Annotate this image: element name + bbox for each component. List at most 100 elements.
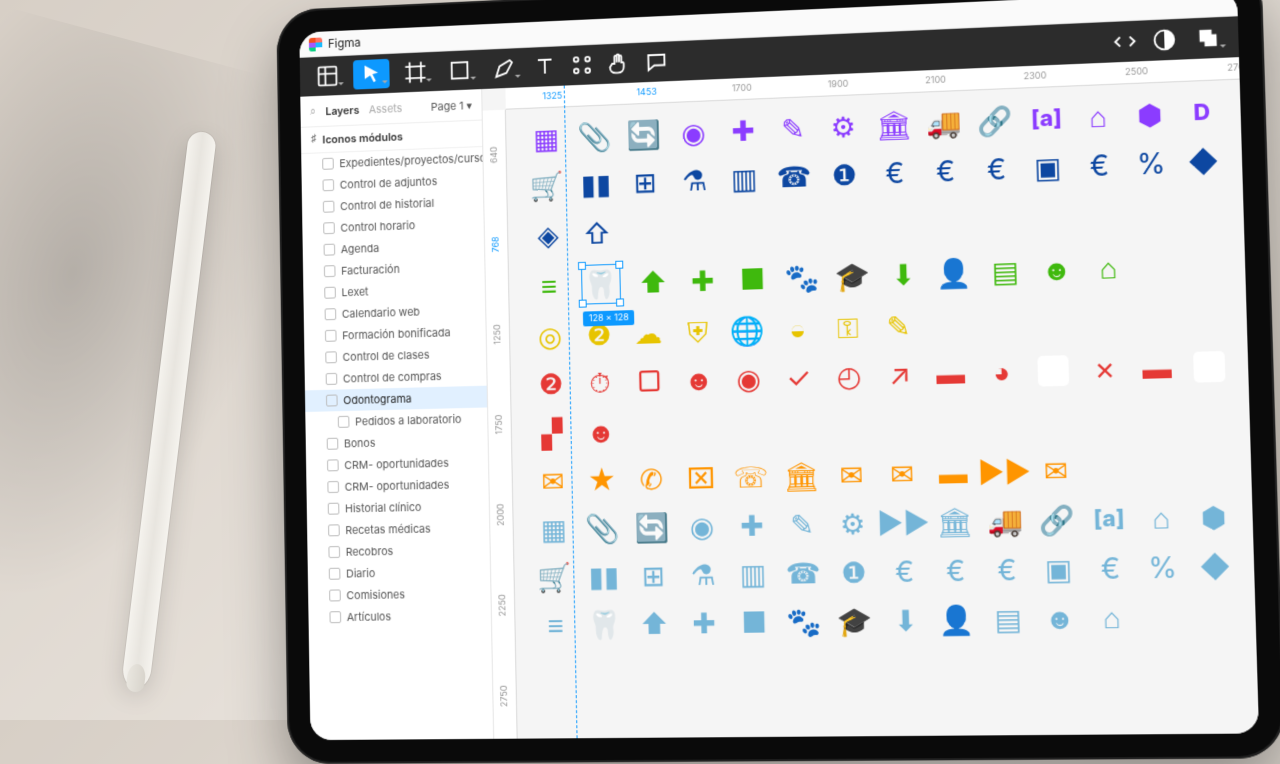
phone-clock-icon[interactable]: ✆ <box>634 462 668 497</box>
house-icon[interactable]: ⌂ <box>1090 250 1126 286</box>
fingerprint-icon[interactable]: ◉ <box>676 115 710 150</box>
graduation-icon[interactable]: 🎓 <box>837 604 872 639</box>
house-up-icon[interactable]: ⇧ <box>580 216 614 251</box>
cube-icon[interactable]: ⬢ <box>1132 97 1168 133</box>
prototype-view-button[interactable] <box>1148 24 1180 56</box>
pia-badge-icon[interactable]: PIA <box>1035 353 1071 389</box>
cart-icon[interactable]: 🛒 <box>530 169 564 204</box>
layer-item[interactable]: Diario <box>308 560 491 585</box>
selected-icon[interactable]: 🦷128 × 128 <box>581 264 621 305</box>
folder-icon[interactable]: ■ <box>735 262 770 297</box>
layer-list[interactable]: Expedientes/proyectos/curso...Control de… <box>301 147 493 740</box>
shield-icon[interactable]: ⛨ <box>681 315 715 350</box>
house-small-icon[interactable]: ⌂ <box>1143 500 1180 536</box>
folder-plus-icon[interactable]: ✚ <box>687 606 722 641</box>
phone-old-icon[interactable]: ☎ <box>777 159 812 194</box>
file-plus-icon[interactable]: ✚ <box>735 508 770 543</box>
clock-icon[interactable]: ◴ <box>832 359 867 394</box>
stairs-icon[interactable]: ▞ <box>535 416 569 451</box>
refresh-icon[interactable]: 🔄 <box>635 510 669 545</box>
cal-euro-icon[interactable]: € <box>877 155 912 190</box>
pen-tool-button[interactable] <box>485 53 522 84</box>
key-icon[interactable]: ⚿ <box>830 310 865 345</box>
hand-tool-button[interactable] <box>604 48 634 79</box>
cal-euro-icon[interactable]: € <box>887 554 922 589</box>
fax-icon[interactable]: ⌧ <box>684 461 719 496</box>
paperclip-icon[interactable]: 📎 <box>586 511 620 546</box>
sliders-icon[interactable]: ≡ <box>532 268 566 303</box>
link-icon[interactable]: 🔗 <box>977 103 1013 139</box>
flask-icon[interactable]: ⚗ <box>677 163 711 198</box>
mail-send-icon[interactable]: ✉ <box>834 458 869 493</box>
move-tool-button[interactable] <box>353 59 390 90</box>
page-selector[interactable]: Page 1 ▾ <box>431 98 472 113</box>
layer-item[interactable]: Recobros <box>307 538 490 563</box>
graduation-icon[interactable]: 🎓 <box>835 259 870 294</box>
search-icon[interactable]: ⌕ <box>310 104 316 119</box>
bank-icon[interactable]: 🏛 <box>876 107 911 142</box>
forward-icon[interactable]: ▶▶ <box>886 505 921 540</box>
euro-diamond-icon[interactable]: ◈ <box>531 218 565 253</box>
doc-1-icon[interactable]: ❶ <box>836 555 871 590</box>
euro-ring-icon[interactable]: € <box>1092 551 1128 587</box>
flag-icon[interactable]: ▬ <box>1139 350 1175 386</box>
mail-icon[interactable]: ✉ <box>536 464 570 499</box>
globe-icon[interactable]: 🌐 <box>730 313 765 348</box>
edit-square-icon[interactable]: ✎ <box>881 309 916 344</box>
cloud-icon[interactable]: ☁ <box>631 316 665 351</box>
book-open-icon[interactable]: ▣ <box>1030 150 1066 186</box>
file-plus-icon[interactable]: ✚ <box>726 113 761 148</box>
layers-tab[interactable]: Layers <box>325 103 359 118</box>
frame-tool-button[interactable] <box>397 57 434 88</box>
mail-clock-icon[interactable]: ✉ <box>1038 453 1074 489</box>
main-menu-button[interactable] <box>309 61 346 92</box>
truck-icon[interactable]: 🚚 <box>988 503 1024 538</box>
book-open-icon[interactable]: ▣ <box>1041 552 1077 587</box>
diamond-icon[interactable]: ◆ <box>1185 144 1222 180</box>
artboard[interactable]: ▦📎🔄◉✚✎⚙🏛🚚🔗[a]⌂⬢D🛒▮▮⊞⚗▥☎❶€€€▣€%◆◈⇧≡🦷128 ×… <box>506 80 1259 739</box>
euro-circle-icon[interactable]: € <box>928 154 963 190</box>
gear-icon[interactable]: ⚙ <box>826 109 861 144</box>
euro-square-icon[interactable]: € <box>979 152 1015 188</box>
paw-icon[interactable]: 🐾 <box>785 260 820 295</box>
euro-square-icon[interactable]: € <box>989 552 1025 587</box>
canvas-area[interactable]: 1325145317001900210023002500270029003100… <box>482 57 1259 739</box>
folder-plus-icon[interactable]: ✚ <box>685 263 719 298</box>
baby-icon[interactable]: ☻ <box>1039 252 1075 288</box>
house-small-icon[interactable]: ⌂ <box>1080 99 1116 135</box>
layer-item[interactable]: Comisiones <box>308 582 491 607</box>
tooth-icon[interactable]: 🦷 <box>588 607 622 642</box>
pen-icon[interactable]: ✎ <box>785 507 820 542</box>
doc-1-icon[interactable]: ❶ <box>827 157 862 192</box>
a-badge-icon[interactable]: A <box>1191 349 1228 385</box>
dev-mode-button[interactable] <box>1109 26 1141 58</box>
brackets-a-icon[interactable]: [a] <box>1029 101 1065 137</box>
upload-icon[interactable]: ⬆ <box>637 607 671 642</box>
pencil-slash-icon[interactable]: ✗ <box>1087 352 1123 388</box>
paw-icon[interactable]: 🐾 <box>787 604 822 639</box>
user-icon[interactable]: 👤 <box>936 255 972 290</box>
bar-chart-icon[interactable]: ▮▮ <box>579 167 613 202</box>
share-menu-button[interactable] <box>1188 22 1229 54</box>
euro-circle-icon[interactable]: € <box>938 553 974 588</box>
clipboard-icon[interactable]: ▢ <box>632 364 666 399</box>
comment-tool-button[interactable] <box>641 46 671 77</box>
download-icon[interactable]: ⬇ <box>886 257 921 292</box>
table-icon[interactable]: ▦ <box>529 121 563 156</box>
resources-button[interactable] <box>567 50 597 81</box>
folder-icon[interactable]: ■ <box>737 605 772 640</box>
chat-icon[interactable]: ▬ <box>935 455 971 490</box>
layer-item[interactable]: Artículos <box>308 604 491 628</box>
upload-icon[interactable]: ⬆ <box>636 265 670 300</box>
bank-icon[interactable]: 🏛 <box>937 504 973 539</box>
flask-icon[interactable]: ⚗ <box>686 557 721 592</box>
pin-drop-icon[interactable]: ◒ <box>780 312 815 347</box>
assets-tab[interactable]: Assets <box>369 101 403 116</box>
pin-circle-icon[interactable]: ◉ <box>731 361 766 396</box>
house-icon[interactable]: ⌂ <box>1094 600 1130 635</box>
books-icon[interactable]: ▥ <box>736 557 771 592</box>
table-icon[interactable]: ▦ <box>537 512 571 547</box>
calculator-icon[interactable]: ⊞ <box>628 165 662 200</box>
forward-icon[interactable]: ▶▶ <box>986 454 1022 489</box>
bar-chart-icon[interactable]: ▮▮ <box>587 559 621 594</box>
